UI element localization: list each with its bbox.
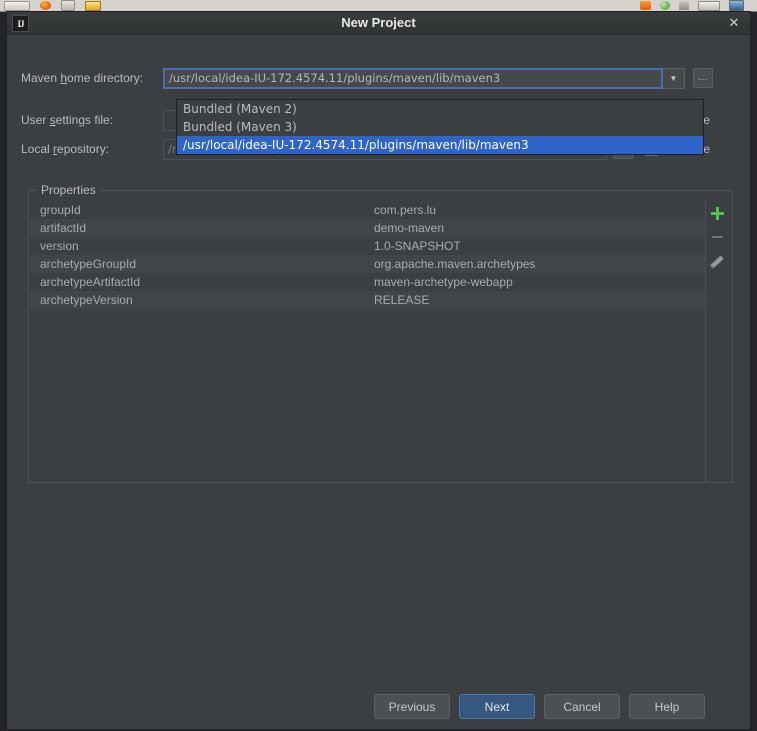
- maven-home-directory-input[interactable]: /usr/local/idea-IU-172.4574.11/plugins/m…: [163, 67, 663, 89]
- network-icon[interactable]: [660, 1, 670, 10]
- previous-button[interactable]: Previous: [374, 694, 450, 719]
- properties-panel: Properties groupId com.pers.lu artifactI…: [28, 183, 733, 483]
- properties-toolbar: [703, 201, 731, 273]
- table-row[interactable]: version 1.0-SNAPSHOT: [30, 237, 705, 255]
- property-value: org.apache.maven.archetypes: [374, 257, 536, 271]
- property-key: archetypeGroupId: [40, 257, 137, 271]
- table-row[interactable]: groupId com.pers.lu: [30, 201, 705, 219]
- property-key: archetypeArtifactId: [40, 275, 141, 289]
- property-value: demo-maven: [374, 221, 445, 235]
- property-value: com.pers.lu: [374, 203, 437, 217]
- property-value: 1.0-SNAPSHOT: [374, 239, 461, 253]
- properties-legend: Properties: [37, 183, 100, 197]
- folder-icon[interactable]: [85, 0, 101, 11]
- property-value: RELEASE: [374, 293, 430, 307]
- add-property-button[interactable]: [703, 201, 731, 225]
- label-part-pre: Maven: [21, 71, 61, 85]
- remove-property-button[interactable]: [703, 225, 731, 249]
- local-repository-label: Local repository:: [7, 142, 163, 156]
- firefox-icon[interactable]: [40, 1, 51, 10]
- dialog-titlebar: IJ New Project ✕: [7, 12, 750, 35]
- label-part-pre: Local: [21, 142, 54, 156]
- help-button[interactable]: Help: [629, 694, 705, 719]
- plus-icon: [710, 206, 724, 220]
- keyboard-icon[interactable]: [698, 0, 720, 11]
- property-value: maven-archetype-webapp: [374, 275, 513, 289]
- properties-table[interactable]: groupId com.pers.lu artifactId demo-mave…: [30, 201, 706, 482]
- intellij-logo-icon: IJ: [12, 15, 29, 32]
- disc-icon[interactable]: [61, 0, 75, 11]
- table-row[interactable]: archetypeVersion RELEASE: [30, 291, 705, 309]
- dialog-footer: Previous Next Cancel Help: [7, 694, 750, 719]
- orange-app-icon[interactable]: [640, 1, 651, 10]
- edit-property-button[interactable]: [703, 249, 731, 273]
- table-row[interactable]: archetypeArtifactId maven-archetype-weba…: [30, 273, 705, 291]
- property-key: groupId: [40, 203, 81, 217]
- pin-icon[interactable]: [679, 1, 689, 10]
- maven-home-browse-button[interactable]: ...: [693, 68, 713, 88]
- property-key: archetypeVersion: [40, 293, 133, 307]
- dialog-content: Maven home directory: /usr/local/idea-IU…: [7, 35, 750, 731]
- label-part-post: epository:: [57, 142, 110, 156]
- table-row[interactable]: archetypeGroupId org.apache.maven.archet…: [30, 255, 705, 273]
- display-icon[interactable]: [729, 0, 744, 11]
- property-key: version: [40, 239, 79, 253]
- next-button[interactable]: Next: [459, 694, 535, 719]
- maven-home-directory-label: Maven home directory:: [7, 71, 163, 85]
- start-menu-icon[interactable]: [4, 0, 30, 11]
- taskbar-right-group: [640, 0, 757, 11]
- label-part-pre: User: [21, 113, 50, 127]
- maven-home-dropdown-list[interactable]: Bundled (Maven 2) Bundled (Maven 3) /usr…: [176, 99, 704, 155]
- table-row[interactable]: artifactId demo-maven: [30, 219, 705, 237]
- label-part-post: ome directory:: [67, 71, 144, 85]
- user-settings-file-label: User settings file:: [7, 113, 163, 127]
- dialog-title: New Project: [341, 15, 416, 30]
- cancel-button[interactable]: Cancel: [544, 694, 620, 719]
- pencil-icon: [711, 255, 723, 267]
- maven-home-directory-row: Maven home directory: /usr/local/idea-IU…: [7, 66, 750, 90]
- minus-icon: [711, 236, 723, 238]
- close-icon[interactable]: ✕: [726, 15, 742, 31]
- new-project-dialog: IJ New Project ✕ Maven home directory: /…: [6, 11, 751, 730]
- dropdown-option-custom-maven3-path[interactable]: /usr/local/idea-IU-172.4574.11/plugins/m…: [177, 136, 703, 154]
- taskbar-left-group: [0, 0, 101, 11]
- maven-home-directory-combo[interactable]: /usr/local/idea-IU-172.4574.11/plugins/m…: [163, 67, 685, 89]
- dropdown-option-bundled-maven-2[interactable]: Bundled (Maven 2): [177, 100, 703, 118]
- label-part-post: ettings file:: [55, 113, 114, 127]
- chevron-down-icon[interactable]: ▼: [663, 67, 685, 89]
- dropdown-option-bundled-maven-3[interactable]: Bundled (Maven 3): [177, 118, 703, 136]
- property-key: artifactId: [40, 221, 87, 235]
